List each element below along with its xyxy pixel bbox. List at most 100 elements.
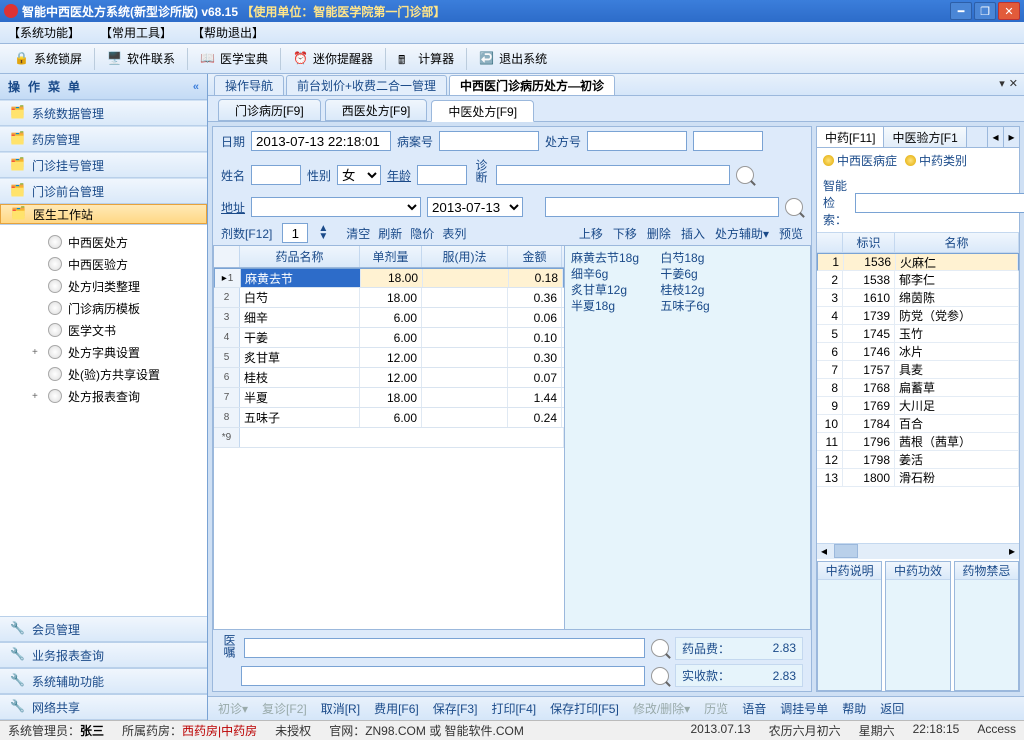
ctrl-清空[interactable]: 清空	[346, 227, 370, 241]
ref-disease-btn[interactable]: 中西医病症	[823, 152, 897, 169]
info-effect[interactable]: 中药功效	[885, 561, 950, 691]
ctrl-5[interactable]: 预览	[779, 225, 803, 242]
ref-row[interactable]: 101784百合	[817, 415, 1019, 433]
age-link[interactable]: 年龄	[387, 167, 411, 184]
advice2-input[interactable]	[241, 666, 645, 686]
fn-9[interactable]: 语音	[742, 700, 766, 717]
tb-exit[interactable]: ↩️退出系统	[471, 48, 555, 69]
col-usage[interactable]: 服(用)法	[422, 246, 508, 267]
sidebar-bottom-2[interactable]: 🔧系统辅助功能	[0, 668, 207, 694]
ref-row[interactable]: 41739防党（党参）	[817, 307, 1019, 325]
addr-select[interactable]	[251, 197, 421, 217]
sidebar-bottom-3[interactable]: 🔧网络共享	[0, 694, 207, 720]
subtab-record[interactable]: 门诊病历[F9]	[218, 99, 321, 121]
tab-rx[interactable]: 中西医门诊病历处方—初诊	[449, 75, 615, 95]
rx-row[interactable]: 5炙甘草12.000.30	[214, 348, 564, 368]
search-diag-icon[interactable]	[736, 166, 754, 184]
sidebar-item-3[interactable]: 🗂️门诊前台管理	[0, 178, 207, 204]
rx-row[interactable]: 4干姜6.000.10	[214, 328, 564, 348]
date2-select[interactable]: 2013-07-13	[427, 197, 523, 217]
sidebar-bottom-0[interactable]: 🔧会员管理	[0, 616, 207, 642]
ref-row[interactable]: 31610绵茵陈	[817, 289, 1019, 307]
fn-6[interactable]: 保存打印[F5]	[550, 700, 619, 717]
subtab-chinese[interactable]: 中医处方[F9]	[431, 100, 534, 122]
fn-3[interactable]: 费用[F6]	[374, 700, 419, 717]
sidebar-bottom-1[interactable]: 🔧业务报表查询	[0, 642, 207, 668]
tb-support[interactable]: 🖥️软件联系	[99, 48, 183, 69]
tab-close-icon[interactable]: ✕	[1009, 77, 1018, 90]
diag-input[interactable]	[496, 165, 730, 185]
tree-item-2[interactable]: 处方归类整理	[18, 275, 207, 297]
rx-row[interactable]: 1麻黄去节18.000.18	[214, 268, 564, 288]
date-input[interactable]	[251, 131, 391, 151]
fn-2[interactable]: 取消[R]	[321, 700, 360, 717]
ref-category-btn[interactable]: 中药类别	[905, 152, 967, 169]
rx-row[interactable]: 8五味子6.000.24	[214, 408, 564, 428]
sidebar-item-0[interactable]: 🗂️系统数据管理	[0, 100, 207, 126]
ref-row[interactable]: 71757具麦	[817, 361, 1019, 379]
tab-nav[interactable]: 操作导航	[214, 75, 284, 95]
ref-row[interactable]: 61746冰片	[817, 343, 1019, 361]
tb-reminder[interactable]: ⏰迷你提醒器	[285, 48, 381, 69]
tb-book[interactable]: 📖医学宝典	[192, 48, 276, 69]
search-diag2-icon[interactable]	[785, 198, 803, 216]
maximize-button[interactable]: ❐	[974, 2, 996, 20]
ctrl-3[interactable]: 插入	[681, 225, 705, 242]
ctrl-0[interactable]: 上移	[579, 225, 603, 242]
ref-row[interactable]: 91769大川足	[817, 397, 1019, 415]
tb-lock[interactable]: 🔒系统锁屏	[6, 48, 90, 69]
ref-row[interactable]: 131800滑石粉	[817, 469, 1019, 487]
tb-calc[interactable]: 🖩计算器	[390, 48, 462, 69]
fn-5[interactable]: 打印[F4]	[491, 700, 536, 717]
extra-input[interactable]	[693, 131, 763, 151]
ref-row[interactable]: 111796茜根（茜草）	[817, 433, 1019, 451]
sidebar-item-4[interactable]: 🗂️医生工作站	[0, 204, 207, 224]
ref-scrollbar[interactable]: ◂▸	[817, 543, 1019, 559]
menu-system[interactable]: 【系统功能】	[8, 24, 80, 41]
age-input[interactable]	[417, 165, 467, 185]
rx-row[interactable]: 7半夏18.001.44	[214, 388, 564, 408]
tree-item-6[interactable]: 处(验)方共享设置	[18, 363, 207, 385]
tab-billing[interactable]: 前台划价+收费二合一管理	[286, 75, 447, 95]
rxno-input[interactable]	[587, 131, 687, 151]
advice2-search-icon[interactable]	[651, 667, 669, 685]
fn-4[interactable]: 保存[F3]	[433, 700, 478, 717]
advice-search-icon[interactable]	[651, 639, 669, 657]
rx-row[interactable]: 6桂枝12.000.07	[214, 368, 564, 388]
reftab-formula[interactable]: 中医验方[F1	[884, 127, 966, 147]
ctrl-2[interactable]: 删除	[647, 225, 671, 242]
name-input[interactable]	[251, 165, 301, 185]
ref-row[interactable]: 21538郁李仁	[817, 271, 1019, 289]
tree-item-3[interactable]: 门诊病历模板	[18, 297, 207, 319]
collapse-icon[interactable]: «	[193, 81, 199, 93]
ctrl-表列[interactable]: 表列	[442, 227, 466, 241]
tree-item-4[interactable]: 医学文书	[18, 319, 207, 341]
ref-row[interactable]: 11536火麻仁	[817, 253, 1019, 271]
info-desc[interactable]: 中药说明	[817, 561, 882, 691]
subtab-western[interactable]: 西医处方[F9]	[325, 99, 428, 121]
sidebar-item-1[interactable]: 🗂️药房管理	[0, 126, 207, 152]
ctrl-4[interactable]: 处方辅助▾	[715, 225, 769, 242]
rx-grid[interactable]: 药品名称 单剂量 服(用)法 金额 1麻黄去节18.000.182白芍18.00…	[213, 245, 565, 630]
tab-dropdown-icon[interactable]: ▾	[999, 77, 1005, 90]
fn-12[interactable]: 返回	[880, 700, 904, 717]
tree-item-0[interactable]: 中西医处方	[18, 231, 207, 253]
dose-input[interactable]	[282, 223, 308, 243]
ctrl-刷新[interactable]: 刷新	[378, 227, 402, 241]
ref-row[interactable]: 81768扁蓄草	[817, 379, 1019, 397]
ref-grid[interactable]: 标识 名称 11536火麻仁21538郁李仁31610绵茵陈41739防党（党参…	[817, 232, 1019, 543]
ref-search-input[interactable]	[855, 193, 1024, 213]
reftab-right-icon[interactable]: ▸	[1003, 127, 1019, 147]
minimize-button[interactable]: ━	[950, 2, 972, 20]
tree-item-1[interactable]: 中西医验方	[18, 253, 207, 275]
tree-item-5[interactable]: +处方字典设置	[18, 341, 207, 363]
ctrl-隐价[interactable]: 隐价	[410, 227, 434, 241]
close-button[interactable]: ✕	[998, 2, 1020, 20]
reftab-herb[interactable]: 中药[F11]	[817, 127, 884, 147]
fn-10[interactable]: 调挂号单	[780, 700, 828, 717]
diag2-input[interactable]	[545, 197, 779, 217]
sex-select[interactable]: 女	[337, 165, 381, 185]
sidebar-item-2[interactable]: 🗂️门诊挂号管理	[0, 152, 207, 178]
rx-row[interactable]: 3细辛6.000.06	[214, 308, 564, 328]
fn-11[interactable]: 帮助	[842, 700, 866, 717]
